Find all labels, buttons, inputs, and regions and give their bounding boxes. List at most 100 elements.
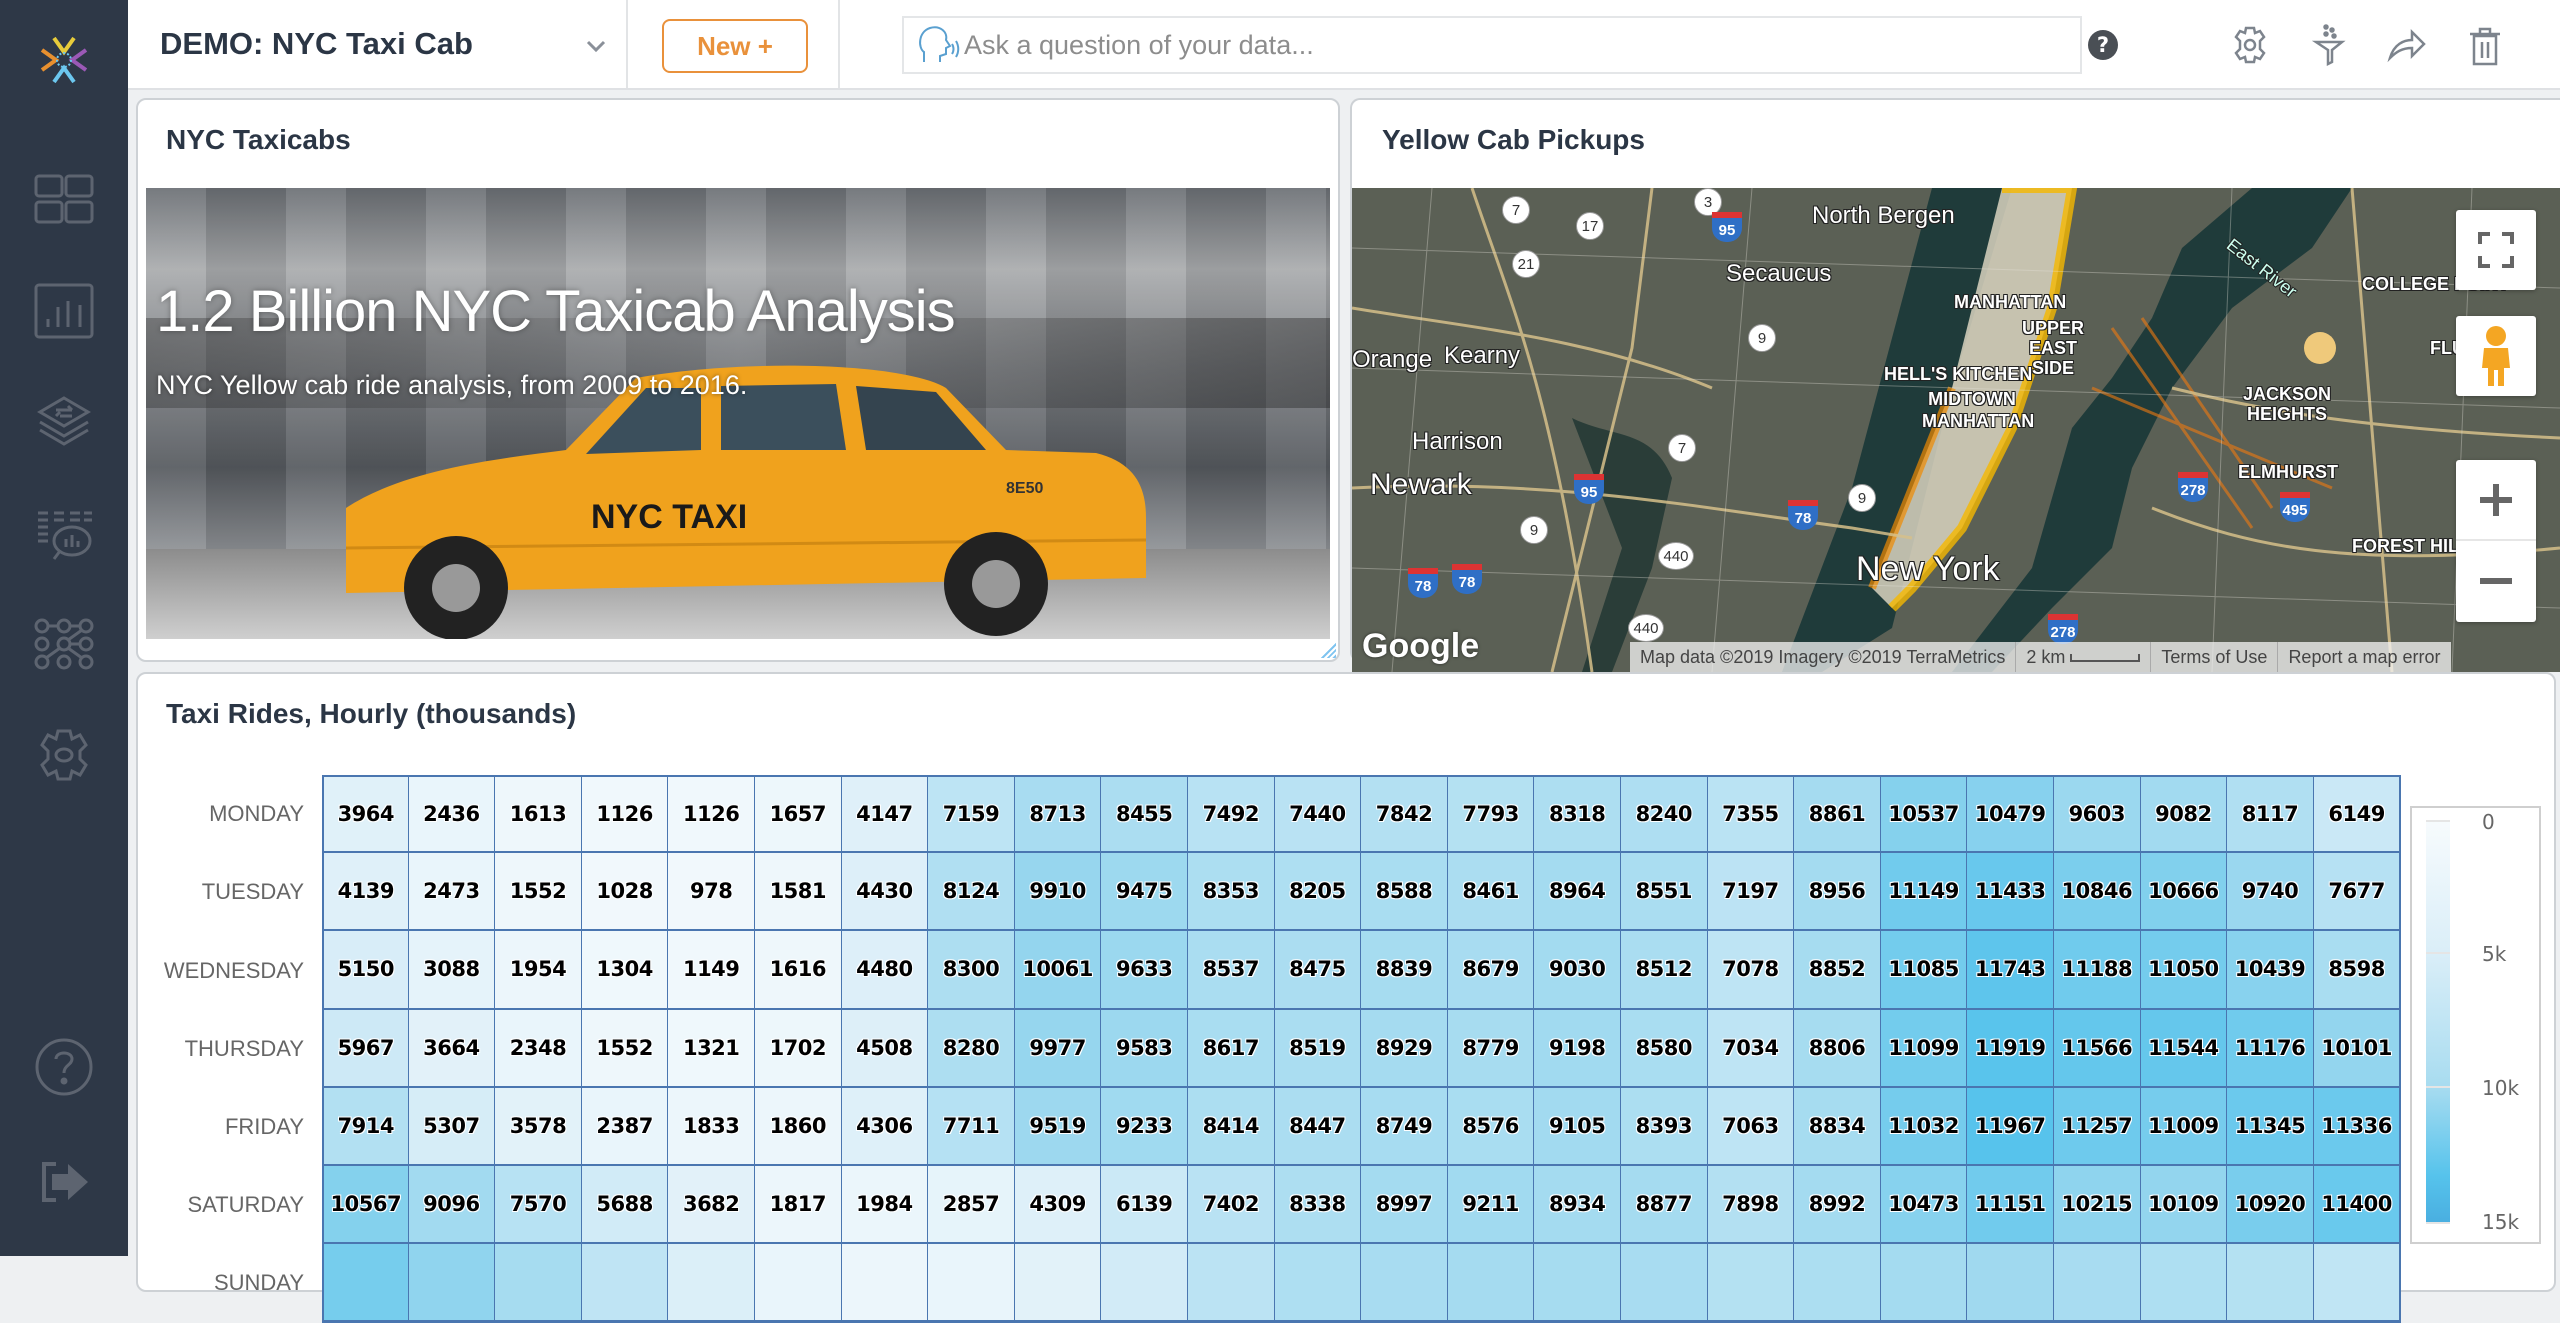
heatmap-cell[interactable]: 7034 [1707, 1009, 1796, 1089]
heatmap-cell[interactable] [841, 1244, 930, 1323]
heatmap-cell[interactable]: 10473 [1880, 1166, 1969, 1246]
help-icon[interactable]: ? [2088, 30, 2118, 60]
heatmap-cell[interactable]: 1613 [495, 775, 583, 855]
heatmap-cell[interactable]: 2348 [495, 1009, 583, 1089]
heatmap-cell[interactable] [1274, 1244, 1363, 1323]
heatmap-cell[interactable]: 2473 [408, 853, 497, 933]
heatmap-cell[interactable]: 1552 [495, 853, 583, 933]
insights-icon[interactable] [34, 503, 94, 563]
heatmap-cell[interactable]: 10846 [2054, 853, 2142, 933]
gear-icon[interactable] [34, 725, 94, 785]
heatmap-cell[interactable] [1361, 1244, 1449, 1323]
heatmap-cell[interactable] [495, 1244, 583, 1323]
heatmap-cell[interactable]: 4139 [322, 853, 410, 933]
heatmap-cell[interactable] [1707, 1244, 1796, 1323]
heatmap-cell[interactable]: 8447 [1274, 1087, 1363, 1167]
heatmap-cell[interactable]: 11050 [2140, 931, 2229, 1011]
heatmap-cell[interactable] [668, 1244, 756, 1323]
heatmap-cell[interactable]: 8934 [1534, 1166, 1622, 1246]
heatmap-cell[interactable] [322, 1244, 410, 1323]
heatmap-cell[interactable]: 11345 [2227, 1087, 2315, 1167]
heatmap-cell[interactable]: 1304 [581, 931, 670, 1011]
heatmap-cell[interactable]: 9198 [1534, 1009, 1622, 1089]
gear-icon[interactable] [2229, 24, 2271, 66]
heatmap-cell[interactable]: 9096 [408, 1166, 497, 1246]
heatmap-cell[interactable]: 8475 [1274, 931, 1363, 1011]
heatmap-cell[interactable]: 8749 [1361, 1087, 1449, 1167]
fullscreen-button[interactable] [2456, 210, 2536, 290]
heatmap-cell[interactable]: 8679 [1447, 931, 1536, 1011]
heatmap-cell[interactable]: 8205 [1274, 853, 1363, 933]
heatmap-cell[interactable]: 7492 [1188, 775, 1276, 855]
heatmap-cell[interactable]: 8414 [1188, 1087, 1276, 1167]
heatmap-cell[interactable]: 9030 [1534, 931, 1622, 1011]
heatmap-cell[interactable]: 7793 [1447, 775, 1536, 855]
heatmap-cell[interactable] [1101, 1244, 1189, 1323]
heatmap-cell[interactable]: 8839 [1361, 931, 1449, 1011]
heatmap-cell[interactable]: 978 [668, 853, 756, 933]
bar-chart-icon[interactable] [34, 281, 94, 341]
heatmap-cell[interactable]: 7842 [1361, 775, 1449, 855]
trash-icon[interactable] [2464, 24, 2506, 66]
heatmap-cell[interactable]: 8861 [1794, 775, 1882, 855]
heatmap-cell[interactable]: 3682 [668, 1166, 756, 1246]
heatmap-cell[interactable]: 1702 [755, 1009, 843, 1089]
report-link[interactable]: Report a map error [2278, 642, 2450, 672]
heatmap-cell[interactable]: 8713 [1014, 775, 1103, 855]
heatmap-cell[interactable]: 11400 [2313, 1166, 2402, 1246]
heatmap-cell[interactable]: 3088 [408, 931, 497, 1011]
heatmap-cell[interactable]: 8834 [1794, 1087, 1882, 1167]
map[interactable]: North Bergen Secaucus Orange Kearny Harr… [1352, 188, 2560, 672]
heatmap-cell[interactable]: 8806 [1794, 1009, 1882, 1089]
heatmap-cell[interactable]: 11743 [1967, 931, 2055, 1011]
heatmap-cell[interactable]: 11919 [1967, 1009, 2055, 1089]
heatmap-cell[interactable]: 4306 [841, 1087, 930, 1167]
heatmap-cell[interactable]: 8580 [1621, 1009, 1709, 1089]
heatmap-cell[interactable]: 10567 [322, 1166, 410, 1246]
heatmap-cell[interactable]: 7440 [1274, 775, 1363, 855]
heatmap-cell[interactable]: 1954 [495, 931, 583, 1011]
heatmap-cell[interactable]: 3664 [408, 1009, 497, 1089]
heatmap-cell[interactable]: 10061 [1014, 931, 1103, 1011]
heatmap-cell[interactable]: 9583 [1101, 1009, 1189, 1089]
help-circle-icon[interactable] [34, 1037, 94, 1097]
heatmap-cell[interactable] [1014, 1244, 1103, 1323]
heatmap-cell[interactable]: 1581 [755, 853, 843, 933]
heatmap-cell[interactable]: 8512 [1621, 931, 1709, 1011]
board-title[interactable]: DEMO: NYC Taxi Cab [160, 26, 473, 62]
heatmap-cell[interactable]: 9211 [1447, 1166, 1536, 1246]
heatmap-cell[interactable]: 9082 [2140, 775, 2229, 855]
heatmap-cell[interactable]: 7570 [495, 1166, 583, 1246]
search-box[interactable] [902, 16, 2082, 74]
street-view-button[interactable] [2456, 316, 2536, 396]
heatmap-cell[interactable]: 11336 [2313, 1087, 2402, 1167]
terms-link[interactable]: Terms of Use [2151, 642, 2279, 672]
heatmap-cell[interactable]: 1860 [755, 1087, 843, 1167]
heatmap-cell[interactable]: 8617 [1188, 1009, 1276, 1089]
heatmap-cell[interactable] [2313, 1244, 2402, 1323]
chevron-down-icon[interactable] [576, 26, 616, 66]
heatmap-cell[interactable] [1880, 1244, 1969, 1323]
heatmap-cell[interactable]: 7898 [1707, 1166, 1796, 1246]
heatmap-cell[interactable]: 7914 [322, 1087, 410, 1167]
heatmap-cell[interactable]: 4508 [841, 1009, 930, 1089]
heatmap-cell[interactable]: 4430 [841, 853, 930, 933]
heatmap-cell[interactable]: 8124 [928, 853, 1016, 933]
grid-icon[interactable] [34, 170, 94, 230]
heatmap-cell[interactable] [1188, 1244, 1276, 1323]
heatmap-cell[interactable]: 8280 [928, 1009, 1016, 1089]
heatmap-cell[interactable]: 8455 [1101, 775, 1189, 855]
heatmap-cell[interactable]: 8852 [1794, 931, 1882, 1011]
heatmap-cell[interactable]: 1833 [668, 1087, 756, 1167]
heatmap-cell[interactable]: 6139 [1101, 1166, 1189, 1246]
heatmap-cell[interactable]: 7159 [928, 775, 1016, 855]
heatmap-cell[interactable]: 8393 [1621, 1087, 1709, 1167]
heatmap-cell[interactable]: 11085 [1880, 931, 1969, 1011]
heatmap-cell[interactable]: 5307 [408, 1087, 497, 1167]
heatmap-cell[interactable]: 11566 [2054, 1009, 2142, 1089]
heatmap-cell[interactable]: 11257 [2054, 1087, 2142, 1167]
heatmap-cell[interactable]: 9519 [1014, 1087, 1103, 1167]
heatmap-cell[interactable] [755, 1244, 843, 1323]
heatmap-cell[interactable]: 1126 [581, 775, 670, 855]
heatmap-cell[interactable]: 1028 [581, 853, 670, 933]
